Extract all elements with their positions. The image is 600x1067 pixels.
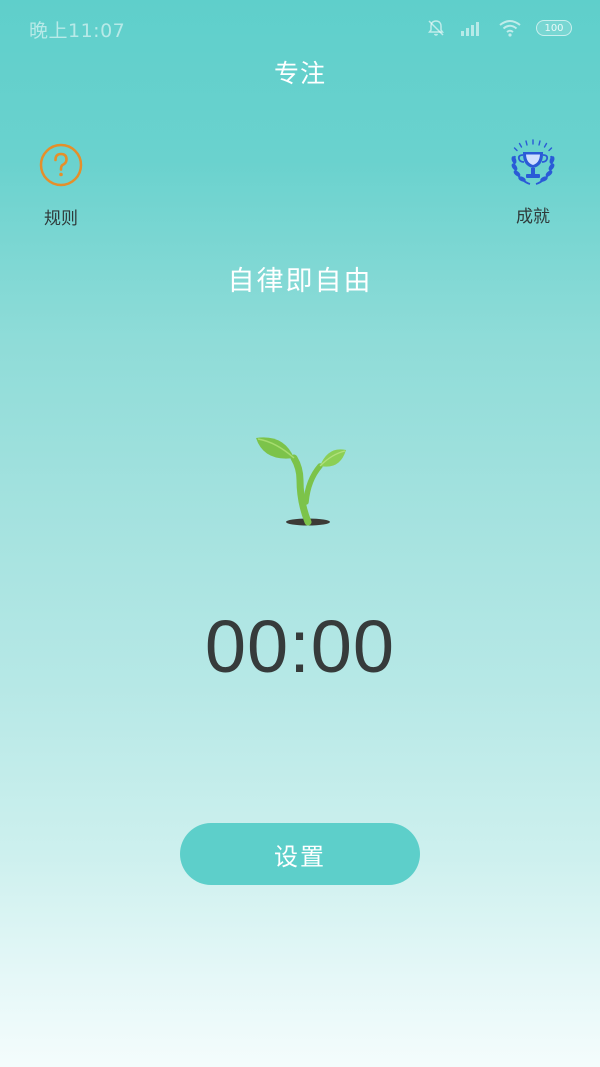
timer-display: 00:00	[204, 605, 396, 688]
achievements-label: 成就	[516, 207, 550, 227]
focus-screen: 晚上11:07 100 专注 规则 成就 自律即自由 00:00 设置	[0, 0, 600, 1067]
sprout-icon	[250, 428, 350, 532]
page-title: 专注	[273, 59, 326, 88]
achievements-button[interactable]: 成就	[500, 138, 566, 227]
status-bar: 晚上11:07 100	[0, 0, 600, 56]
alarm-off-icon	[426, 18, 446, 38]
battery-icon: 100	[536, 20, 572, 36]
set-button[interactable]: 设置	[180, 823, 420, 885]
rules-button[interactable]: 规则	[30, 142, 92, 229]
status-time: 晚上11:07	[29, 20, 126, 42]
signal-icon	[460, 19, 484, 37]
wifi-icon	[498, 19, 522, 37]
question-circle-icon	[38, 142, 84, 188]
status-icons: 100	[426, 14, 572, 42]
motto-text: 自律即自由	[227, 266, 373, 297]
rules-label: 规则	[44, 209, 78, 229]
trophy-icon	[506, 138, 560, 192]
